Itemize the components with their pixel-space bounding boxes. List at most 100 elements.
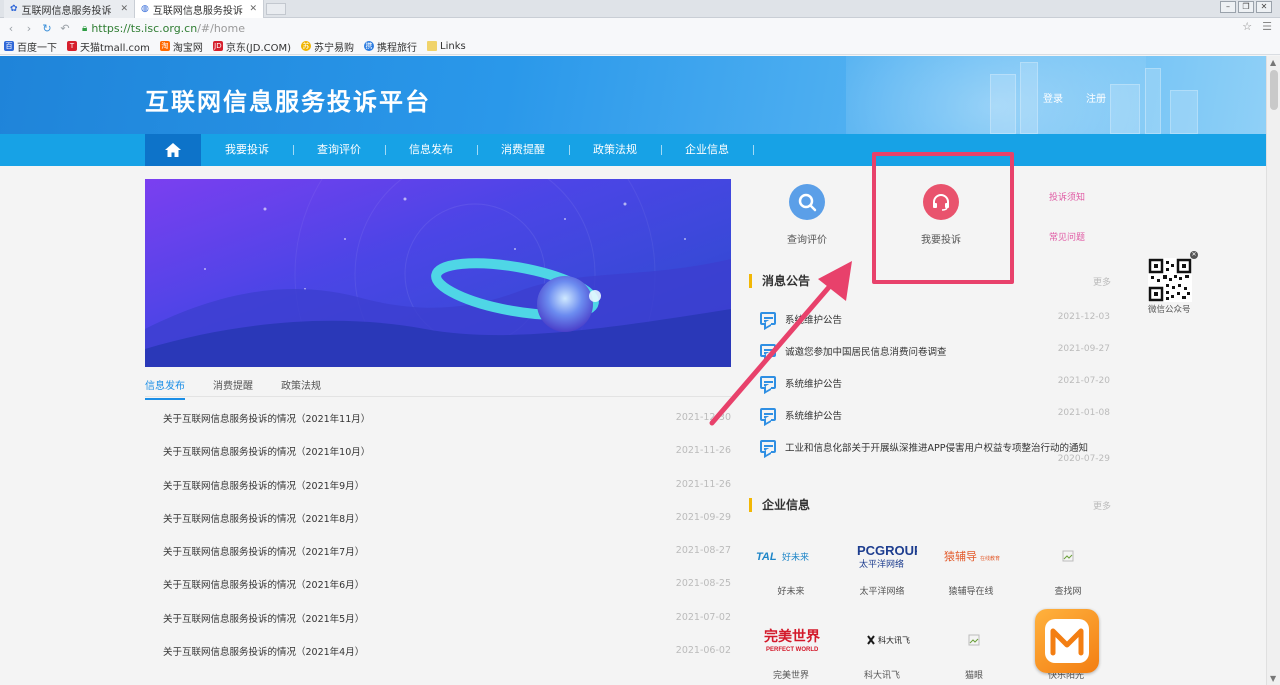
news-title[interactable]: 关于互联网信息服务投诉的情况（2021年11月） (163, 411, 370, 425)
news-title[interactable]: 关于互联网信息服务投诉的情况（2021年4月） (163, 644, 364, 658)
announcements-more-link[interactable]: 更多 (1093, 275, 1111, 288)
mango-tv-app-icon[interactable] (1035, 609, 1099, 673)
tab-title: 互联网信息服务投诉 (152, 5, 243, 17)
menu-icon[interactable]: ☰ (1262, 20, 1272, 33)
highlight-box (872, 152, 1014, 284)
qr-label: 微信公众号 (1148, 305, 1191, 315)
bookmark-item[interactable]: 苏苏宁易购 (301, 39, 354, 54)
news-date: 2021-11-26 (675, 478, 731, 490)
browser-tab-bar: ✿ 互联网信息服务投诉 ✕ ◍ 互联网信息服务投诉 ✕ – ❐ ✕ (0, 0, 1280, 18)
login-link[interactable]: 登录 (1043, 90, 1063, 105)
company-tal[interactable]: TAL 好未来 好未来 (751, 542, 831, 597)
pcgroup-logo: PCGROUP 太平洋网络 (842, 542, 922, 570)
home-button[interactable] (145, 134, 201, 166)
companies-heading: 企业信息 (749, 498, 810, 512)
news-list: 关于互联网信息服务投诉的情况（2021年11月） 2021-12-30 关于互联网… (145, 405, 731, 671)
bookmark-label: 京东(JD.COM) (225, 42, 292, 54)
tab-title: 互联网信息服务投诉 (21, 5, 112, 17)
scroll-up-icon[interactable]: ▲ (1270, 58, 1276, 67)
new-tab-button[interactable] (266, 3, 286, 15)
company-name: 完美世界 (772, 671, 809, 681)
svg-text:科大讯飞: 科大讯飞 (878, 635, 910, 645)
company-yuanfudao[interactable]: 猿辅导 在线教育 猿辅导在线 (931, 542, 1011, 597)
company-chazhao[interactable]: 查找网 (1028, 542, 1108, 597)
announcement-date: 2021-09-27 (1057, 344, 1110, 354)
star-icon[interactable]: ☆ (1242, 20, 1252, 33)
company-pcgroup[interactable]: PCGROUP 太平洋网络 太平洋网络 (842, 542, 922, 597)
web-page: 互联网信息服务投诉平台 登录 注册 我要投诉 查询评价 信息发布 消费提醒 政策… (0, 56, 1266, 685)
page-scrollbar[interactable]: ▲ ▼ (1266, 56, 1280, 685)
url-host: https://ts.isc.org.cn (91, 21, 198, 35)
announcement-date: 2021-12-03 (1057, 312, 1110, 322)
banner-image[interactable] (145, 179, 731, 367)
nav-item-policy[interactable]: 政策法规 (593, 134, 637, 166)
nav-item-company[interactable]: 企业信息 (685, 134, 729, 166)
broken-image-icon (1028, 542, 1108, 570)
faq-link[interactable]: 常见问题 (1049, 230, 1085, 243)
svg-text:好未来: 好未来 (782, 551, 809, 563)
yuanfudao-logo: 猿辅导 在线教育 (931, 542, 1011, 570)
bookmark-label: 苏宁易购 (314, 42, 355, 54)
message-icon (760, 440, 776, 453)
company-perfect-world[interactable]: 完美世界 PERFECT WORLD 完美世界 (751, 626, 831, 681)
register-link[interactable]: 注册 (1086, 90, 1106, 105)
announcement-title[interactable]: 工业和信息化部关于开展纵深推进APP侵害用户权益专项整治行动的通知 (785, 440, 1088, 454)
minimize-button[interactable]: – (1220, 1, 1236, 13)
broken-image-icon (934, 626, 1014, 654)
close-window-button[interactable]: ✕ (1256, 1, 1272, 13)
back-icon[interactable]: ‹ (4, 22, 18, 35)
bookmark-item[interactable]: 淘淘宝网 (159, 39, 203, 54)
company-iflytek[interactable]: 科大讯飞 科大讯飞 (842, 626, 922, 681)
news-title[interactable]: 关于互联网信息服务投诉的情况（2021年10月） (163, 444, 370, 458)
undo-icon[interactable]: ↶ (58, 22, 72, 35)
news-title[interactable]: 关于互联网信息服务投诉的情况（2021年6月） (163, 577, 364, 591)
svg-text:完美世界: 完美世界 (764, 628, 821, 645)
maximize-button[interactable]: ❐ (1238, 1, 1254, 13)
reload-icon[interactable]: ↻ (40, 22, 54, 35)
close-icon[interactable]: ✕ (249, 4, 257, 14)
nav-item-complain[interactable]: 我要投诉 (225, 134, 269, 166)
bookmark-item[interactable]: T 天猫tmall.com (67, 39, 150, 54)
globe-icon: ◍ (141, 4, 149, 14)
company-name: 查找网 (1054, 587, 1082, 597)
bookmark-label: Links (440, 40, 466, 52)
ctrip-icon: 携 (364, 41, 375, 51)
announcement-date: 2021-07-20 (1057, 376, 1110, 386)
list-item: 关于互联网信息服务投诉的情况（2021年7月） 2021-08-27 (145, 538, 731, 571)
news-date: 2021-06-02 (675, 645, 731, 657)
news-title[interactable]: 关于互联网信息服务投诉的情况（2021年8月） (163, 511, 364, 525)
paw-icon: ✿ (10, 4, 18, 14)
header-banner: 互联网信息服务投诉平台 登录 注册 (0, 56, 1266, 134)
tal-logo: TAL 好未来 (751, 542, 831, 570)
complaint-notice-link[interactable]: 投诉须知 (1049, 190, 1085, 203)
forward-icon[interactable]: › (22, 22, 36, 35)
companies-more-link[interactable]: 更多 (1093, 499, 1111, 512)
scroll-down-icon[interactable]: ▼ (1270, 674, 1276, 683)
nav-item-consumer[interactable]: 消费提醒 (501, 134, 545, 166)
news-title[interactable]: 关于互联网信息服务投诉的情况（2021年9月） (163, 478, 364, 492)
bookmark-item[interactable]: 百百度一下 (4, 39, 57, 54)
query-evaluate-button[interactable]: 查询评价 (767, 184, 847, 246)
company-maoyan[interactable]: 猫眼 (934, 626, 1014, 681)
news-title[interactable]: 关于互联网信息服务投诉的情况（2021年5月） (163, 611, 364, 625)
svg-text:太平洋网络: 太平洋网络 (859, 558, 904, 570)
browser-tab[interactable]: ✿ 互联网信息服务投诉 ✕ (4, 0, 134, 18)
bookmark-item[interactable]: 携携程旅行 (364, 39, 417, 54)
bookmark-item[interactable]: JD 京东(JD.COM) (212, 39, 292, 54)
news-date: 2021-08-27 (675, 545, 731, 557)
close-icon[interactable]: ✕ (120, 4, 128, 14)
news-title[interactable]: 关于互联网信息服务投诉的情况（2021年7月） (163, 544, 364, 558)
announcement-date: 2021-01-08 (1057, 408, 1110, 418)
scrollbar-thumb[interactable] (1270, 70, 1278, 110)
nav-item-query[interactable]: 查询评价 (317, 134, 361, 166)
svg-text:在线教育: 在线教育 (980, 555, 1000, 562)
url-field[interactable]: https://ts.isc.org.cn/#/home (91, 22, 245, 35)
nav-item-info[interactable]: 信息发布 (409, 134, 453, 166)
company-name: 猿辅导在线 (948, 587, 994, 597)
close-icon[interactable]: ✕ (1190, 251, 1198, 259)
list-item: 关于互联网信息服务投诉的情况（2021年11月） 2021-12-30 (145, 405, 731, 438)
announcement-date: 2020-07-29 (1057, 454, 1110, 464)
browser-tab-active[interactable]: ◍ 互联网信息服务投诉 ✕ (134, 0, 264, 18)
bookmark-item[interactable]: Links (427, 41, 466, 52)
wechat-qr-code (1148, 258, 1192, 302)
